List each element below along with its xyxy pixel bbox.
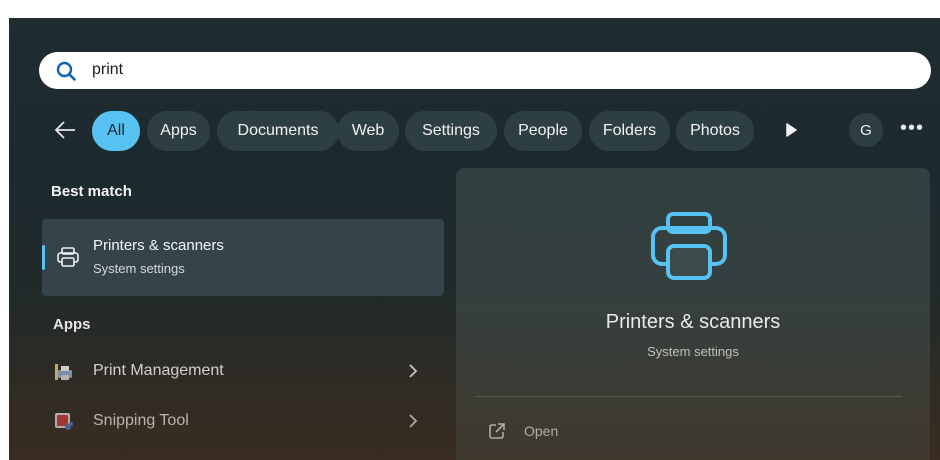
open-action-button[interactable]: Open xyxy=(488,420,608,444)
filter-chip-folders[interactable]: Folders xyxy=(589,111,670,151)
filter-bar: All Apps Documents Web Settings People F… xyxy=(9,110,940,152)
arrow-left-icon[interactable] xyxy=(54,120,76,140)
selection-indicator xyxy=(42,245,45,270)
preview-title: Printers & scanners xyxy=(605,311,781,333)
open-action-label: Open xyxy=(524,423,559,439)
search-icon xyxy=(56,61,76,81)
app-label: Snipping Tool xyxy=(93,412,189,429)
snipping-tool-icon xyxy=(55,413,73,430)
more-horizontal-icon[interactable]: ••• xyxy=(900,117,924,140)
divider xyxy=(476,396,902,397)
filter-chip-people[interactable]: People xyxy=(504,111,582,151)
account-avatar[interactable]: G xyxy=(849,113,883,147)
preview-pane: Printers & scanners System settings Open xyxy=(456,168,930,460)
app-result-print-management[interactable]: Print Management xyxy=(42,350,444,394)
chevron-right-icon[interactable] xyxy=(408,363,418,379)
filter-chip-documents[interactable]: Documents xyxy=(217,111,339,151)
play-icon[interactable] xyxy=(785,123,797,137)
best-match-heading: Best match xyxy=(51,183,132,200)
app-label: Print Management xyxy=(93,362,224,379)
filter-chip-all[interactable]: All xyxy=(92,111,140,151)
start-search-panel: print All Apps Documents Web Settings Pe… xyxy=(9,18,940,460)
filter-chip-photos[interactable]: Photos xyxy=(676,111,754,151)
printer-icon xyxy=(57,247,79,267)
filter-chip-settings[interactable]: Settings xyxy=(405,111,497,151)
search-box[interactable]: print xyxy=(39,52,931,89)
apps-heading: Apps xyxy=(53,316,91,333)
print-management-icon xyxy=(55,364,72,380)
best-match-item[interactable]: Printers & scanners System settings xyxy=(42,219,444,296)
preview-subtitle: System settings xyxy=(647,344,739,359)
chevron-right-icon[interactable] xyxy=(408,413,418,429)
filter-chip-apps[interactable]: Apps xyxy=(147,111,210,151)
open-external-icon xyxy=(489,423,505,439)
search-input[interactable]: print xyxy=(92,61,123,79)
filter-chip-web[interactable]: Web xyxy=(337,111,399,151)
best-match-title: Printers & scanners xyxy=(93,237,224,254)
printer-icon xyxy=(651,212,727,280)
app-result-snipping-tool[interactable]: Snipping Tool xyxy=(42,400,444,444)
best-match-subtitle: System settings xyxy=(93,261,185,276)
